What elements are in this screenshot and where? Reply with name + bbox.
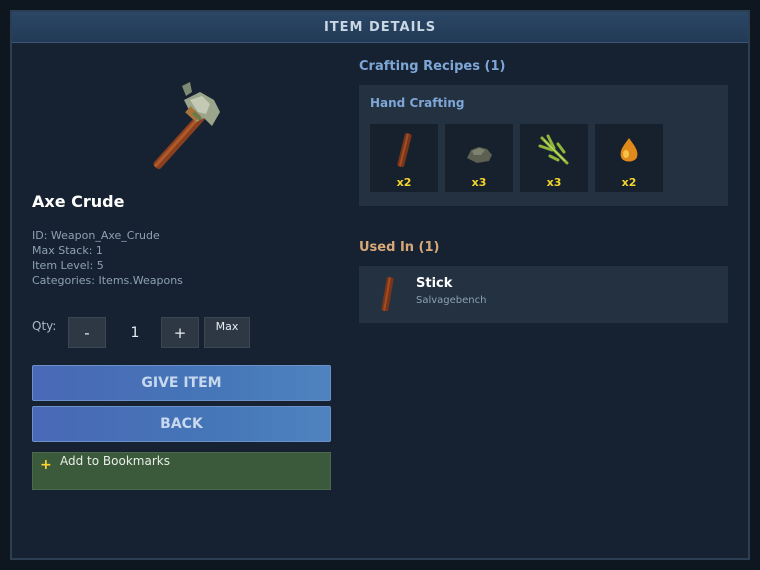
crafting-station-label: Hand Crafting	[370, 96, 465, 110]
ingredient-count: x3	[471, 176, 487, 189]
quantity-value[interactable]: 1	[124, 317, 146, 348]
item-name: Axe Crude	[32, 192, 125, 211]
ingredient-slot[interactable]: x2	[595, 124, 663, 192]
ingredient-count: x2	[396, 176, 412, 189]
plant-fiber-icon	[538, 134, 569, 165]
quantity-increase-button[interactable]: +	[161, 317, 199, 348]
rock-icon	[467, 147, 492, 163]
item-id: ID: Weapon_Axe_Crude	[32, 229, 160, 242]
used-in-title: Used In (1)	[359, 240, 440, 255]
add-to-bookmarks-label: Add to Bookmarks	[60, 454, 170, 468]
give-item-button[interactable]: GIVE ITEM	[32, 365, 331, 401]
item-metadata: ID: Weapon_Axe_Crude Max Stack: 1 Item L…	[32, 228, 183, 288]
ingredient-count: x2	[621, 176, 637, 189]
quantity-max-button[interactable]: Max	[204, 317, 250, 348]
crafting-recipes-title: Crafting Recipes (1)	[359, 59, 506, 74]
recipe-panel: Hand Crafting x2 x3 x3 x2	[359, 85, 728, 206]
tree-sap-icon	[620, 138, 638, 162]
item-max-stack: Max Stack: 1	[32, 244, 103, 257]
used-in-item-name: Stick	[416, 276, 453, 291]
ingredient-count: x3	[546, 176, 562, 189]
quantity-label: Qty:	[32, 319, 57, 333]
add-to-bookmarks-button[interactable]: + Add to Bookmarks	[32, 452, 331, 490]
item-details-window: ITEM DETAILS Axe Crude ID: Weapon_Axe_Cr…	[10, 10, 750, 560]
used-in-item[interactable]: Stick Salvagebench	[359, 266, 728, 323]
ingredient-slot[interactable]: x2	[370, 124, 438, 192]
ingredient-slot[interactable]: x3	[445, 124, 513, 192]
ingredient-slot[interactable]: x3	[520, 124, 588, 192]
item-categories: Categories: Items.Weapons	[32, 274, 183, 287]
stick-icon	[397, 133, 412, 168]
quantity-decrease-button[interactable]: -	[68, 317, 106, 348]
window-title: ITEM DETAILS	[12, 12, 748, 43]
back-button[interactable]: BACK	[32, 406, 331, 442]
plus-icon: +	[40, 457, 52, 473]
used-in-item-station: Salvagebench	[416, 295, 487, 306]
item-level: Item Level: 5	[32, 259, 104, 272]
crude-axe-icon	[153, 82, 220, 170]
stick-icon	[381, 277, 394, 312]
